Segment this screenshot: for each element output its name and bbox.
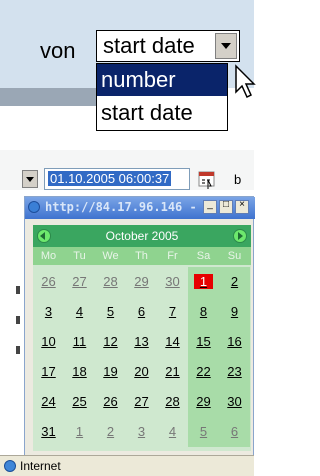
- calendar-popup-window: http://84.17.96.146 - _ □ × October 2005…: [24, 196, 255, 475]
- popup-title-bar[interactable]: http://84.17.96.146 - _ □ ×: [25, 197, 255, 219]
- calendar-day[interactable]: 29: [126, 267, 157, 297]
- weekday-header-row: Mo Tu We Th Fr Sa Su: [33, 247, 251, 265]
- calendar-day[interactable]: 5: [95, 297, 126, 327]
- calendar-day[interactable]: 3: [33, 297, 64, 327]
- calendar-day[interactable]: 4: [157, 417, 188, 447]
- calendar-day[interactable]: 25: [64, 387, 95, 417]
- calendar-day[interactable]: 16: [219, 327, 250, 357]
- weekday-label: Fr: [167, 250, 178, 262]
- weekday-label: Tu: [73, 250, 86, 262]
- edge-mark: [16, 346, 20, 354]
- calendar-day[interactable]: 24: [33, 387, 64, 417]
- select-options-list[interactable]: number start date: [96, 63, 228, 131]
- calendar-day[interactable]: 21: [157, 357, 188, 387]
- option-start-date[interactable]: start date: [97, 97, 227, 129]
- weekday-label: Th: [135, 250, 148, 262]
- calendar-day[interactable]: 28: [157, 387, 188, 417]
- edge-mark: [16, 286, 20, 294]
- calendar-day[interactable]: 6: [219, 417, 250, 447]
- weekday-label: We: [102, 250, 119, 262]
- calendar-day[interactable]: 4: [64, 297, 95, 327]
- calendar-week-row: 3 4 5 6 7 8 9: [33, 297, 251, 327]
- calendar-day[interactable]: 2: [95, 417, 126, 447]
- month-title: October 2005: [105, 229, 179, 243]
- chevron-down-icon: [221, 43, 231, 49]
- calendar-day-today[interactable]: 1: [188, 267, 219, 297]
- maximize-button[interactable]: □: [219, 199, 233, 214]
- weekday-label: Mo: [40, 250, 57, 262]
- status-zone-text: Internet: [20, 459, 61, 473]
- calendar-week-row: 24 25 26 27 28 29 30: [33, 387, 251, 417]
- calendar-day[interactable]: 30: [157, 267, 188, 297]
- select-current-value: start date: [103, 33, 195, 58]
- divider-strip: [0, 88, 96, 106]
- calendar-day[interactable]: 3: [126, 417, 157, 447]
- browser-icon: [28, 201, 40, 213]
- next-month-button[interactable]: [233, 229, 247, 243]
- calendar-day[interactable]: 10: [33, 327, 64, 357]
- calendar-day[interactable]: 31: [33, 417, 64, 447]
- calendar-day[interactable]: 13: [126, 327, 157, 357]
- calendar-day[interactable]: 26: [33, 267, 64, 297]
- calendar-day[interactable]: 2: [219, 267, 250, 297]
- status-bar: Internet: [0, 455, 254, 476]
- calendar-day[interactable]: 27: [64, 267, 95, 297]
- calendar-day[interactable]: 27: [126, 387, 157, 417]
- datepicker-panel: 01.10.2005 06:00:37 b http://84.17.96.14…: [0, 150, 255, 476]
- minimize-button[interactable]: _: [203, 199, 217, 214]
- calendar-day[interactable]: 8: [188, 297, 219, 327]
- calendar-day[interactable]: 9: [219, 297, 250, 327]
- field-dropdown-button[interactable]: [22, 170, 38, 188]
- sort-select[interactable]: start date: [96, 30, 240, 62]
- option-number[interactable]: number: [97, 64, 227, 96]
- calendar-day[interactable]: 28: [95, 267, 126, 297]
- calendar-day[interactable]: 17: [33, 357, 64, 387]
- calendar-day[interactable]: 29: [188, 387, 219, 417]
- calendar-day[interactable]: 18: [64, 357, 95, 387]
- calendar-header: October 2005: [33, 225, 251, 247]
- calendar-week-row: 10 11 12 13 14 15 16: [33, 327, 251, 357]
- chevron-down-icon: [26, 177, 34, 182]
- select-panel: von start date number start date: [0, 0, 256, 140]
- background-page-edge: [0, 270, 22, 455]
- calendar-day[interactable]: 23: [219, 357, 250, 387]
- trailing-text: b: [234, 172, 242, 187]
- calendar-icon[interactable]: [196, 168, 218, 190]
- today-day-number: 1: [193, 274, 214, 289]
- calendar-day[interactable]: 19: [95, 357, 126, 387]
- datetime-input[interactable]: 01.10.2005 06:00:37: [44, 168, 190, 190]
- calendar-day[interactable]: 7: [157, 297, 188, 327]
- edge-mark: [16, 316, 20, 324]
- calendar-days-grid: 26 27 28 29 30 1 2 3 4 5 6 7 8 9 10 11 1…: [33, 267, 251, 447]
- von-label: von: [40, 38, 76, 63]
- calendar-day[interactable]: 6: [126, 297, 157, 327]
- popup-url: http://84.17.96.146 -: [45, 200, 197, 214]
- calendar-day[interactable]: 1: [64, 417, 95, 447]
- calendar-day[interactable]: 15: [188, 327, 219, 357]
- calendar-week-row: 31 1 2 3 4 5 6: [33, 417, 251, 447]
- calendar-day[interactable]: 20: [126, 357, 157, 387]
- globe-icon: [4, 460, 16, 472]
- close-button[interactable]: ×: [235, 199, 249, 214]
- calendar-day[interactable]: 22: [188, 357, 219, 387]
- calendar-day[interactable]: 26: [95, 387, 126, 417]
- select-dropdown-button[interactable]: [215, 33, 237, 59]
- calendar-day[interactable]: 14: [157, 327, 188, 357]
- datetime-value: 01.10.2005 06:00:37: [48, 171, 172, 186]
- calendar-week-row: 26 27 28 29 30 1 2: [33, 267, 251, 297]
- calendar: October 2005 Mo Tu We Th Fr Sa Su 26 27 …: [33, 225, 251, 451]
- calendar-day[interactable]: 12: [95, 327, 126, 357]
- calendar-week-row: 17 18 19 20 21 22 23: [33, 357, 251, 387]
- calendar-day[interactable]: 5: [188, 417, 219, 447]
- weekday-label: Su: [227, 250, 242, 262]
- calendar-day[interactable]: 30: [219, 387, 250, 417]
- mouse-pointer-icon: [235, 64, 256, 99]
- calendar-day[interactable]: 11: [64, 327, 95, 357]
- weekday-label: Sa: [196, 250, 211, 262]
